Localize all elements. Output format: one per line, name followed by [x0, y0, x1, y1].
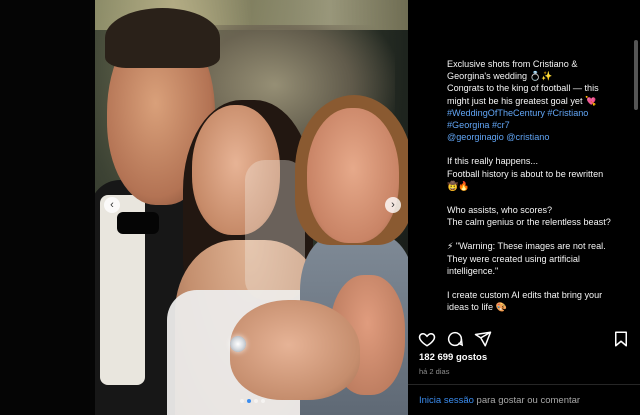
caption-line: I create custom AI edits that bring your — [447, 290, 603, 301]
login-link[interactable]: Inicia sessão — [419, 395, 474, 406]
carousel-indicator — [240, 399, 265, 403]
carousel-dot — [254, 399, 258, 403]
caption-line: Who assists, who scores? — [447, 205, 553, 216]
groom-hair — [105, 8, 220, 68]
mother-face — [307, 108, 399, 243]
bookmark-icon[interactable] — [612, 330, 630, 348]
engagement-ring — [230, 336, 246, 352]
bride-hand — [230, 300, 360, 400]
caption-line: Georgina's wedding 💍✨ — [447, 71, 553, 82]
carousel-dot-active — [247, 399, 251, 403]
caption-line: might just be his greatest goal yet 💘 — [447, 95, 597, 106]
caption-emoji: 🤠🔥 — [447, 180, 470, 191]
caption-line: If this really happens... — [447, 156, 538, 167]
caption-line: Football history is about to be rewritte… — [447, 168, 604, 179]
post-timestamp[interactable]: há 2 dias — [419, 367, 449, 376]
post-actions — [418, 330, 630, 348]
mention-links[interactable]: @georginagio @cristiano — [447, 131, 632, 143]
caption-scrollbar[interactable] — [634, 40, 638, 110]
caption-line: The calm genius or the relentless beast? — [447, 217, 611, 228]
caption-line: ideas to life 🎨 — [447, 302, 507, 313]
warning-line: ⚡ "Warning: These images are not real. — [447, 241, 606, 252]
login-prompt: Inicia sessão para gostar ou comentar — [419, 395, 580, 406]
caption-line: Congrats to the king of football — this — [447, 83, 599, 94]
carousel-dot — [261, 399, 265, 403]
bow-tie — [117, 212, 159, 234]
like-count[interactable]: 182 699 gostos — [419, 352, 487, 363]
caption-line: Exclusive shots from Cristiano & — [447, 59, 578, 69]
post-image[interactable] — [95, 0, 408, 415]
carousel-dot — [240, 399, 244, 403]
login-suffix: para gostar ou comentar — [473, 395, 581, 406]
post-side-panel: Exclusive shots from Cristiano & Georgin… — [408, 0, 640, 415]
post-caption: Exclusive shots from Cristiano & Georgin… — [447, 58, 632, 320]
share-icon[interactable] — [474, 330, 492, 348]
comment-icon[interactable] — [446, 330, 464, 348]
heart-icon[interactable] — [418, 330, 436, 348]
divider — [408, 384, 640, 385]
warning-line: They were created using artificial — [447, 253, 580, 264]
hashtag-links[interactable]: #Georgina #cr7 — [447, 119, 632, 131]
carousel-prev-button[interactable]: ‹ — [104, 197, 120, 213]
warning-line: intelligence." — [447, 265, 499, 276]
hashtag-links[interactable]: #WeddingOfTheCentury #Cristiano — [447, 107, 632, 119]
carousel-next-button[interactable]: › — [385, 197, 401, 213]
